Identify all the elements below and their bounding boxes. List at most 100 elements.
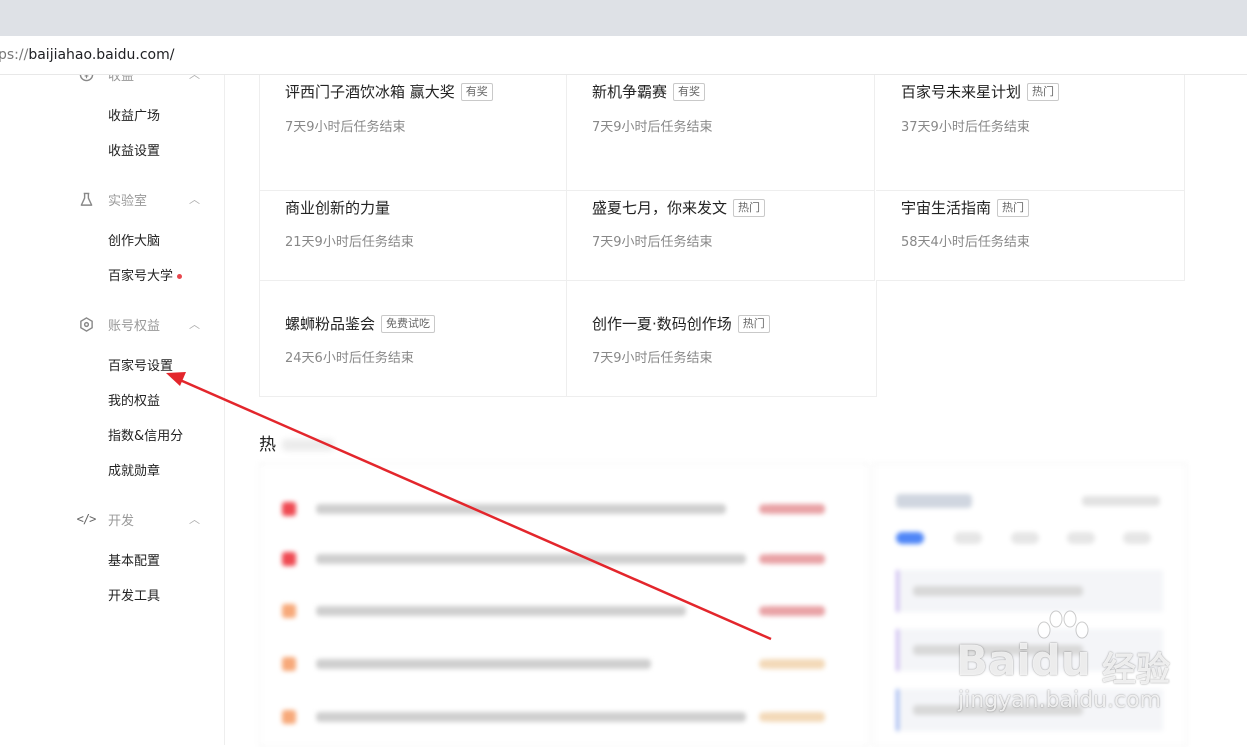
hot-section-label: 热 (259, 435, 276, 455)
task-title: 宇宙生活指南 (901, 199, 992, 217)
rank-badge (282, 604, 296, 618)
list-item[interactable] (282, 552, 746, 566)
sidebar-item-creative-brain[interactable]: 创作大脑 (108, 230, 160, 249)
chevron-up-icon[interactable]: ︿ (189, 191, 200, 207)
task-deadline: 7天9小时后任务结束 (592, 235, 713, 250)
blurred-tab[interactable] (954, 532, 982, 544)
task-title: 新机争霸赛 (592, 83, 668, 101)
sidebar-item-dev-tools[interactable]: 开发工具 (108, 585, 160, 604)
blurred-meta (759, 659, 825, 669)
task-title: 百家号未来星计划 (901, 83, 1022, 101)
task-tag: 热门 (737, 314, 770, 333)
sidebar-item-baijiahao-university[interactable]: 百家号大学 (108, 265, 183, 284)
chevron-up-icon[interactable]: ︿ (189, 316, 200, 332)
rank-badge (282, 657, 296, 671)
list-item[interactable] (282, 710, 746, 724)
watermark-url: jingyan.baidu.com (958, 688, 1162, 713)
sidebar: 收益 ︿ 收益广场 收益设置 实验室 ︿ 创作大脑 百家号大学 账号权益 ︿ 百… (0, 75, 225, 745)
task-card[interactable]: 商业创新的力量 21天9小时后任务结束 (259, 165, 567, 281)
task-tag: 热门 (1027, 82, 1060, 101)
task-title-row: 宇宙生活指南 热门 (901, 197, 1030, 218)
task-card[interactable]: 盛夏七月，你来发文 热门 7天9小时后任务结束 (567, 165, 875, 281)
browser-tab-strip (0, 0, 1247, 36)
blurred-panel-link[interactable] (1082, 496, 1160, 506)
task-card[interactable]: 螺蛳粉品鉴会 免费试吃 24天6小时后任务结束 (259, 281, 567, 397)
sidebar-item-my-rights[interactable]: 我的权益 (108, 390, 160, 409)
list-item[interactable] (282, 604, 686, 618)
sidebar-group-develop[interactable]: </> 开发 ︿ (76, 509, 200, 529)
address-bar[interactable]: ps://baijiahao.baidu.com/ (0, 36, 1247, 75)
task-title-row: 评西门子酒饮冰箱 赢大奖 有奖 (285, 81, 493, 102)
task-title: 螺蛳粉品鉴会 (285, 315, 376, 333)
blurred-heading-text (282, 439, 334, 451)
task-title-row: 盛夏七月，你来发文 热门 (592, 197, 766, 218)
task-title-row: 螺蛳粉品鉴会 免费试吃 (285, 313, 436, 334)
blurred-text (316, 659, 651, 669)
hexagon-settings-icon (78, 316, 94, 332)
task-title-row: 商业创新的力量 (285, 197, 390, 218)
hot-section-heading: 热 (259, 430, 334, 455)
task-card[interactable]: 创作一夏·数码创作场 热门 7天9小时后任务结束 (567, 281, 877, 397)
task-deadline: 7天9小时后任务结束 (285, 120, 406, 135)
task-title-row: 新机争霸赛 有奖 (592, 81, 706, 102)
rank-badge (282, 710, 296, 724)
blurred-panel-title (896, 494, 972, 508)
sidebar-group-label: 收益 (108, 75, 135, 84)
task-tag: 有奖 (673, 82, 706, 101)
task-title: 评西门子酒饮冰箱 赢大奖 (285, 83, 455, 101)
blurred-hot-list (259, 463, 869, 747)
task-title: 商业创新的力量 (285, 199, 391, 217)
task-deadline: 7天9小时后任务结束 (592, 351, 713, 366)
sidebar-group-revenue[interactable]: 收益 ︿ (78, 75, 200, 84)
sidebar-group-lab[interactable]: 实验室 ︿ (78, 189, 200, 209)
chevron-up-icon[interactable]: ︿ (189, 511, 200, 527)
task-title: 创作一夏·数码创作场 (592, 315, 732, 333)
url-scheme: ps:// (0, 47, 29, 63)
blurred-tab[interactable] (1011, 532, 1039, 544)
sidebar-item-revenue-settings[interactable]: 收益设置 (108, 140, 160, 159)
watermark-product: 经验 (1102, 650, 1170, 690)
code-icon: </> (76, 512, 97, 526)
url-text[interactable]: ps://baijiahao.baidu.com/ (0, 47, 174, 63)
url-host: baijiahao.baidu.com/ (28, 47, 175, 63)
sidebar-item-achievement-badges[interactable]: 成就勋章 (108, 460, 160, 479)
baidu-jingyan-watermark: Baidu 经验 jingyan.baidu.com (952, 610, 1178, 720)
blurred-text (316, 554, 746, 564)
revenue-icon (78, 75, 94, 82)
sidebar-item-basic-config[interactable]: 基本配置 (108, 550, 160, 569)
blurred-card[interactable] (896, 570, 1163, 612)
sidebar-item-label: 百家号大学 (108, 269, 174, 284)
blurred-tab[interactable] (1123, 532, 1151, 544)
blurred-meta (759, 554, 825, 564)
task-deadline: 37天9小时后任务结束 (901, 120, 1030, 135)
task-tag: 有奖 (460, 82, 493, 101)
watermark-brand: Baidu (956, 636, 1091, 685)
blurred-tab[interactable] (1067, 532, 1095, 544)
list-item[interactable] (282, 657, 651, 671)
list-item[interactable] (282, 502, 726, 516)
sidebar-group-account-rights[interactable]: 账号权益 ︿ (78, 314, 200, 334)
task-deadline: 58天4小时后任务结束 (901, 235, 1030, 250)
rank-badge (282, 552, 296, 566)
blurred-text (316, 504, 726, 514)
sidebar-group-label: 账号权益 (108, 318, 161, 334)
task-title-row: 创作一夏·数码创作场 热门 (592, 313, 770, 334)
sidebar-group-label: 开发 (108, 513, 135, 529)
task-deadline: 24天6小时后任务结束 (285, 351, 414, 366)
task-tag: 热门 (997, 198, 1030, 217)
chevron-up-icon[interactable]: ︿ (189, 75, 200, 82)
task-deadline: 7天9小时后任务结束 (592, 120, 713, 135)
task-card[interactable]: 宇宙生活指南 热门 58天4小时后任务结束 (876, 165, 1185, 281)
blurred-meta (759, 606, 825, 616)
sidebar-item-index-credit[interactable]: 指数&信用分 (108, 425, 183, 444)
lab-flask-icon (78, 191, 94, 207)
sidebar-item-baijiahao-settings[interactable]: 百家号设置 (108, 355, 173, 374)
rank-badge (282, 502, 296, 516)
task-tag: 免费试吃 (381, 314, 436, 333)
sidebar-item-revenue-plaza[interactable]: 收益广场 (108, 105, 160, 124)
task-grid: 评西门子酒饮冰箱 赢大奖 有奖 7天9小时后任务结束 新机争霸赛 有奖 7天9小时后… (259, 75, 1185, 397)
blurred-meta (759, 712, 825, 722)
task-title-row: 百家号未来星计划 热门 (901, 81, 1060, 102)
task-tag: 热门 (733, 198, 766, 217)
blurred-tab[interactable] (896, 532, 924, 544)
